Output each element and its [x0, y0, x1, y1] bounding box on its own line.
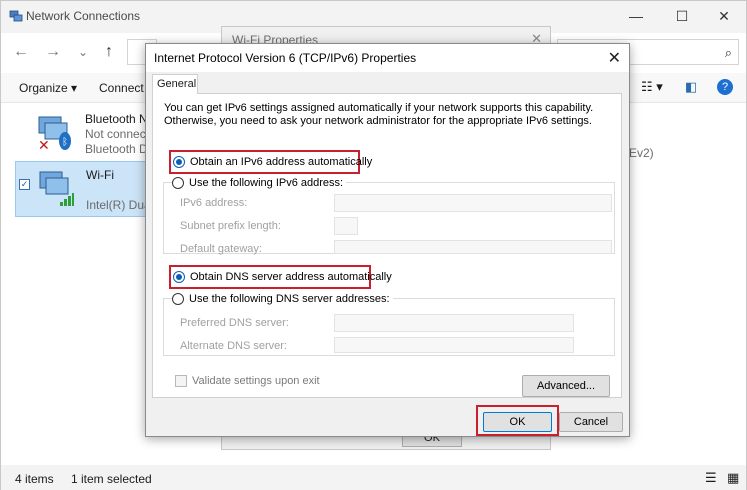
select-checkbox[interactable]: ✓	[19, 179, 30, 190]
dns-manual-label: Use the following DNS server addresses:	[189, 293, 390, 305]
subnet-prefix-input	[334, 217, 358, 235]
alternate-dns-label: Alternate DNS server:	[180, 340, 287, 352]
validate-settings-label: Validate settings upon exit	[192, 375, 320, 387]
minimize-button[interactable]: —	[613, 1, 659, 31]
window-title: Network Connections	[26, 9, 141, 23]
bluetooth-network-icon: ✕ ᛒ	[38, 116, 71, 151]
general-panel: You can get IPv6 settings assigned autom…	[152, 93, 622, 398]
view-options-icon[interactable]: ☷ ▾	[641, 79, 663, 95]
selection-count: 1 item selected	[71, 472, 152, 486]
help-icon[interactable]: ?	[717, 79, 733, 95]
connection-device: Bluetooth De	[85, 142, 155, 156]
back-arrow-icon[interactable]: ←	[9, 41, 33, 63]
connection-item-bluetooth[interactable]: ✕ ᛒ Bluetooth Ne Not connecte Bluetooth …	[15, 107, 156, 157]
up-arrow-icon[interactable]: ↑	[97, 41, 121, 63]
status-bar: 4 items 1 item selected ☰ ▦	[1, 467, 746, 490]
ip-manual-label: Use the following IPv6 address:	[189, 177, 344, 189]
dns-address-group: Use the following DNS server addresses: …	[163, 293, 615, 356]
radio-indicator	[173, 156, 185, 168]
dialog-title-bar: Internet Protocol Version 6 (TCP/IPv6) P…	[146, 44, 629, 72]
wifi-network-icon	[39, 171, 74, 206]
tab-general[interactable]: General	[152, 74, 198, 94]
preferred-dns-label: Preferred DNS server:	[180, 317, 289, 329]
checkbox-indicator	[175, 375, 187, 387]
radio-indicator	[172, 293, 184, 305]
preferred-dns-input	[334, 314, 574, 332]
radio-indicator	[172, 177, 184, 189]
item-count: 4 items	[15, 472, 54, 486]
connection-name: Wi-Fi	[86, 168, 114, 182]
ip-auto-radio[interactable]: Obtain an IPv6 address automatically	[173, 156, 372, 168]
validate-settings-checkbox: Validate settings upon exit	[175, 375, 320, 387]
dns-auto-radio[interactable]: Obtain DNS server address automatically	[173, 271, 392, 283]
cancel-button[interactable]: Cancel	[559, 412, 623, 432]
maximize-button[interactable]: ☐	[659, 1, 705, 31]
ipv6-address-label: IPv6 address:	[180, 197, 248, 209]
default-gateway-label: Default gateway:	[180, 243, 262, 255]
description-text: You can get IPv6 settings assigned autom…	[164, 102, 594, 127]
connection-item-wifi[interactable]: ✓ Wi-Fi Intel(R) Dual	[15, 161, 155, 217]
connection-name: Bluetooth Ne	[85, 112, 155, 126]
radio-indicator	[173, 271, 185, 283]
search-icon: ⌕	[724, 45, 732, 60]
ipv6-address-input	[334, 194, 612, 212]
details-view-icon[interactable]: ☰	[705, 470, 717, 486]
dns-auto-label: Obtain DNS server address automatically	[190, 271, 392, 283]
ip-auto-label: Obtain an IPv6 address automatically	[190, 156, 373, 168]
ip-address-group: Use the following IPv6 address: IPv6 add…	[163, 177, 615, 255]
svg-text:ᛒ: ᛒ	[62, 137, 68, 148]
default-gateway-input	[334, 240, 612, 254]
close-icon[interactable]: ✕	[608, 48, 621, 68]
alternate-dns-input	[334, 337, 574, 353]
ip-manual-radio[interactable]: Use the following IPv6 address:	[172, 177, 347, 189]
svg-text:✕: ✕	[38, 138, 50, 151]
advanced-button[interactable]: Advanced...	[522, 375, 610, 397]
preview-pane-icon[interactable]: ◧	[685, 79, 697, 95]
connection-device: Intel(R) Dual	[86, 198, 154, 212]
dns-manual-radio[interactable]: Use the following DNS server addresses:	[172, 293, 393, 305]
column-text-fragment: Ev2)	[629, 146, 654, 160]
ipv6-properties-dialog: Internet Protocol Version 6 (TCP/IPv6) P…	[145, 43, 630, 437]
forward-arrow-icon[interactable]: →	[41, 41, 65, 63]
network-connections-icon	[9, 10, 23, 22]
ok-button[interactable]: OK	[483, 412, 552, 432]
subnet-prefix-label: Subnet prefix length:	[180, 220, 281, 232]
dialog-title: Internet Protocol Version 6 (TCP/IPv6) P…	[154, 51, 417, 65]
tiles-view-icon[interactable]: ▦	[727, 470, 739, 486]
close-button[interactable]: ✕	[701, 1, 747, 31]
recent-chevron-icon[interactable]: ⌄	[71, 41, 95, 63]
organize-menu[interactable]: Organize ▾	[19, 81, 77, 95]
